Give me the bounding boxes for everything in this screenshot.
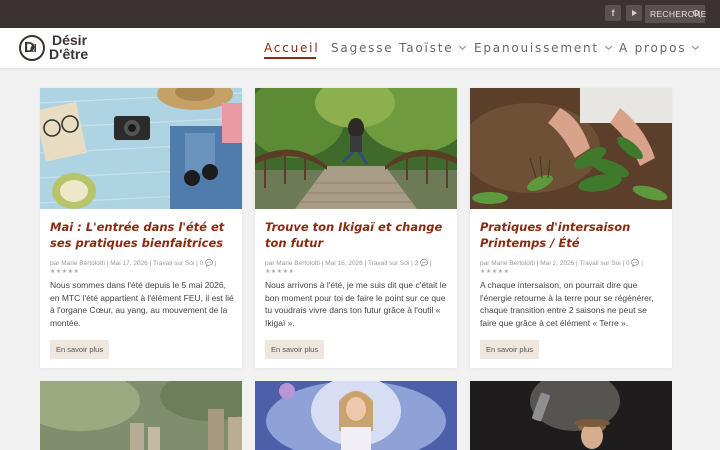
post-excerpt: A chaque intersaison, on pourrait dire q… <box>480 280 654 328</box>
nav-item-sagesse-taoiste[interactable]: Sagesse Taoïste <box>331 41 467 55</box>
read-more-button[interactable]: En savoir plus <box>50 340 110 359</box>
post-title[interactable]: Mai : L'entrée dans l'été et ses pratiqu… <box>50 219 235 251</box>
nav-item-epanouissement[interactable]: Epanouissement <box>474 41 612 55</box>
logo-mark[interactable]: D d <box>19 35 45 61</box>
post-image[interactable] <box>470 88 672 209</box>
chevron-down-icon <box>459 42 467 50</box>
rating-stars: ★★★★★ <box>50 268 80 275</box>
post-title[interactable]: Pratiques d'intersaison Printemps / Été <box>480 219 665 251</box>
read-more-button[interactable]: En savoir plus <box>480 340 540 359</box>
post-meta: par Marie Bertolotti | Mai 16, 2026 | Tr… <box>265 260 432 267</box>
post-image[interactable] <box>255 381 457 450</box>
post-card: Mai : L'entrée dans l'été et ses pratiqu… <box>40 88 242 368</box>
post-excerpt: Nous sommes dans l'été depuis le 5 mai 2… <box>50 280 234 328</box>
top-bar: f RECHERCHE <box>0 0 720 28</box>
rating-stars: ★★★★★ <box>265 268 295 275</box>
search-button[interactable]: RECHERCHE <box>645 5 706 23</box>
read-more-button[interactable]: En savoir plus <box>265 340 325 359</box>
nav-item-a-propos[interactable]: A propos <box>619 41 700 55</box>
post-image[interactable] <box>470 381 672 450</box>
search-icon <box>693 10 699 16</box>
post-image[interactable] <box>255 88 457 209</box>
post-image[interactable] <box>40 88 242 209</box>
active-nav-underline <box>264 57 316 59</box>
post-card: Trouve ton Ikigaï et change ton futur pa… <box>255 88 457 368</box>
rating-stars: ★★★★★ <box>480 268 510 275</box>
facebook-icon[interactable]: f <box>605 5 621 21</box>
post-title[interactable]: Trouve ton Ikigaï et change ton futur <box>265 219 450 251</box>
site-header: D d Désir D'être Accueil Sagesse Taoïste… <box>0 28 720 68</box>
post-excerpt: Nous arrivons à l'été, je me suis dit qu… <box>265 280 447 328</box>
chevron-down-icon <box>604 42 612 50</box>
nav-item-accueil[interactable]: Accueil <box>264 41 319 55</box>
post-meta: par Marie Bertolotti | Mai 17, 2026 | Tr… <box>50 260 217 267</box>
logo-text[interactable]: Désir D'être <box>49 33 88 61</box>
youtube-icon[interactable] <box>626 5 642 21</box>
post-card: Pratiques d'intersaison Printemps / Été … <box>470 88 672 368</box>
post-meta: par Marie Bertolotti | Mai 2, 2026 | Tra… <box>480 260 643 267</box>
post-image[interactable] <box>40 381 242 450</box>
chevron-down-icon <box>692 42 700 50</box>
